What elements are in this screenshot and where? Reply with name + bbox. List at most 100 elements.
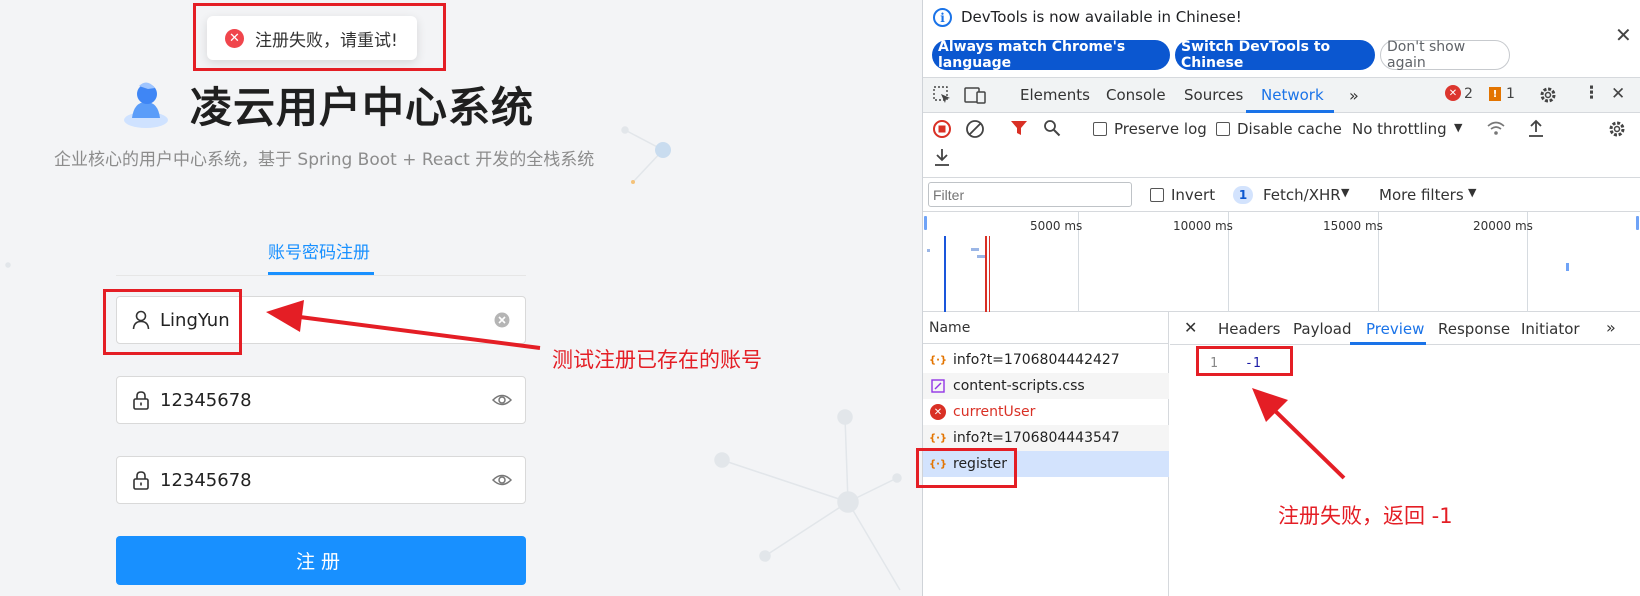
- username-highlight-box: [103, 289, 242, 355]
- match-language-button[interactable]: Always match Chrome's language: [932, 39, 1170, 71]
- chevron-down-icon[interactable]: ▼: [1468, 186, 1476, 199]
- load-event-marker: [985, 236, 987, 312]
- settings-gear-icon[interactable]: [1538, 85, 1558, 105]
- warning-count[interactable]: 1: [1506, 86, 1515, 102]
- xhr-icon: {·}: [928, 432, 948, 444]
- timeline-tick-label: 5000 ms: [1030, 219, 1083, 233]
- filter-funnel-icon[interactable]: [1010, 119, 1028, 137]
- import-har-icon[interactable]: [1527, 118, 1545, 138]
- tab-headers[interactable]: Headers: [1218, 320, 1280, 338]
- close-devtools-icon[interactable]: ✕: [1611, 84, 1625, 104]
- more-tabs-icon[interactable]: »: [1606, 318, 1616, 337]
- stylesheet-icon: [930, 378, 946, 394]
- language-infobar: i DevTools is now available in Chinese! …: [923, 0, 1640, 78]
- register-failed-note: 注册失败，返回 -1: [1278, 504, 1453, 528]
- network-overview-timeline[interactable]: 5000 ms 10000 ms 15000 ms 20000 ms: [923, 212, 1640, 312]
- chevron-down-icon[interactable]: ▼: [1454, 121, 1462, 134]
- tab-active-indicator: [1350, 342, 1426, 345]
- confirm-password-input[interactable]: 12345678: [116, 456, 526, 504]
- request-bar: [1566, 263, 1569, 271]
- eye-icon[interactable]: [492, 470, 512, 490]
- tab-active-indicator: [268, 272, 374, 275]
- eye-icon[interactable]: [492, 390, 512, 410]
- close-icon[interactable]: ✕: [1615, 23, 1632, 47]
- clear-input-icon[interactable]: [492, 310, 512, 330]
- register-request-highlight-box: [916, 448, 1017, 488]
- timeline-range-handle-left[interactable]: [924, 216, 927, 230]
- export-har-icon[interactable]: [933, 147, 951, 167]
- app-subtitle: 企业核心的用户中心系统，基于 Spring Boot + React 开发的全栈…: [54, 150, 595, 170]
- preview-highlight-box: [1196, 346, 1293, 376]
- request-row[interactable]: ✕ currentUser: [923, 399, 1169, 425]
- devtools-main-toolbar: Elements Console Sources Network » ✕ 2 !…: [923, 78, 1640, 113]
- error-count-icon[interactable]: ✕: [1445, 85, 1461, 101]
- timeline-tick-label: 10000 ms: [1173, 219, 1233, 233]
- request-name: content-scripts.css: [953, 378, 1085, 394]
- stop-recording-icon[interactable]: [932, 119, 952, 139]
- dont-show-again-button[interactable]: Don't show again: [1380, 39, 1510, 71]
- invert-label: Invert: [1171, 186, 1216, 204]
- app-title: 凌云用户中心系统: [190, 83, 535, 132]
- register-submit-button[interactable]: 注册: [116, 536, 526, 585]
- warning-count-icon[interactable]: !: [1489, 87, 1501, 101]
- network-filter-bar: Invert 1 Fetch/XHR ▼ More filters ▼: [923, 178, 1640, 212]
- lock-icon: [133, 471, 149, 490]
- timeline-tick-label: 15000 ms: [1323, 219, 1383, 233]
- tab-console[interactable]: Console: [1106, 86, 1166, 104]
- load-event-marker: [989, 236, 990, 312]
- network-conditions-icon[interactable]: [1486, 119, 1506, 137]
- request-bar: [977, 255, 985, 258]
- password-input[interactable]: 12345678: [116, 376, 526, 424]
- dom-content-loaded-marker: [944, 236, 946, 312]
- confirm-password-value: 12345678: [160, 469, 252, 491]
- kebab-menu-icon[interactable]: ⋮: [1583, 83, 1600, 103]
- timeline-tick-label: 20000 ms: [1473, 219, 1533, 233]
- chevron-down-icon[interactable]: ▼: [1341, 186, 1349, 199]
- request-name: info?t=1706804442427: [953, 352, 1120, 368]
- request-bar: [971, 248, 979, 251]
- toast-highlight-box: [193, 3, 446, 71]
- password-value: 12345678: [160, 389, 252, 411]
- resource-filter-count-badge: 1: [1233, 186, 1253, 204]
- tab-preview[interactable]: Preview: [1366, 320, 1424, 338]
- disable-cache-checkbox[interactable]: [1216, 122, 1230, 136]
- disable-cache-label: Disable cache: [1237, 120, 1342, 138]
- timeline-range-handle-right[interactable]: [1636, 216, 1639, 230]
- request-row[interactable]: {·} info?t=1706804442427: [923, 347, 1169, 373]
- request-name: info?t=1706804443547: [953, 430, 1120, 446]
- name-column-header[interactable]: Name: [923, 312, 1168, 344]
- tab-elements[interactable]: Elements: [1020, 86, 1090, 104]
- error-count[interactable]: 2: [1464, 86, 1473, 102]
- filter-input[interactable]: [928, 182, 1132, 207]
- existing-account-note: 测试注册已存在的账号: [552, 348, 762, 372]
- tab-account-register[interactable]: 账号密码注册: [268, 238, 370, 263]
- info-icon: i: [933, 8, 952, 27]
- invert-checkbox[interactable]: [1150, 188, 1164, 202]
- xhr-icon: {·}: [928, 354, 948, 366]
- close-detail-icon[interactable]: ✕: [1184, 318, 1197, 337]
- more-tabs-icon[interactable]: »: [1349, 86, 1359, 105]
- infobar-message: DevTools is now available in Chinese!: [961, 8, 1242, 26]
- tab-sources[interactable]: Sources: [1184, 86, 1243, 104]
- more-filters-dropdown[interactable]: More filters: [1379, 186, 1464, 204]
- detail-tabs: ✕ Headers Payload Preview Response Initi…: [1170, 312, 1640, 345]
- network-settings-gear-icon[interactable]: [1607, 119, 1627, 139]
- tab-response[interactable]: Response: [1438, 320, 1510, 338]
- tab-initiator[interactable]: Initiator: [1521, 320, 1580, 338]
- switch-to-chinese-button[interactable]: Switch DevTools to Chinese: [1175, 39, 1375, 71]
- preserve-log-checkbox[interactable]: [1093, 122, 1107, 136]
- tab-network[interactable]: Network: [1261, 86, 1324, 104]
- error-icon: ✕: [930, 404, 946, 420]
- network-toolbar: Preserve log Disable cache No throttling…: [923, 113, 1640, 178]
- throttling-select[interactable]: No throttling: [1352, 120, 1447, 138]
- tab-payload[interactable]: Payload: [1293, 320, 1352, 338]
- request-row[interactable]: content-scripts.css: [923, 373, 1169, 399]
- device-toolbar-icon[interactable]: [964, 85, 986, 105]
- resource-type-filter[interactable]: Fetch/XHR: [1263, 186, 1341, 204]
- inspect-element-icon[interactable]: [932, 85, 952, 105]
- clear-log-icon[interactable]: [965, 119, 985, 139]
- request-name: currentUser: [953, 404, 1036, 420]
- search-icon[interactable]: [1043, 119, 1061, 137]
- app-logo-icon: [124, 82, 168, 128]
- login-type-tabs: 账号密码注册: [116, 234, 526, 276]
